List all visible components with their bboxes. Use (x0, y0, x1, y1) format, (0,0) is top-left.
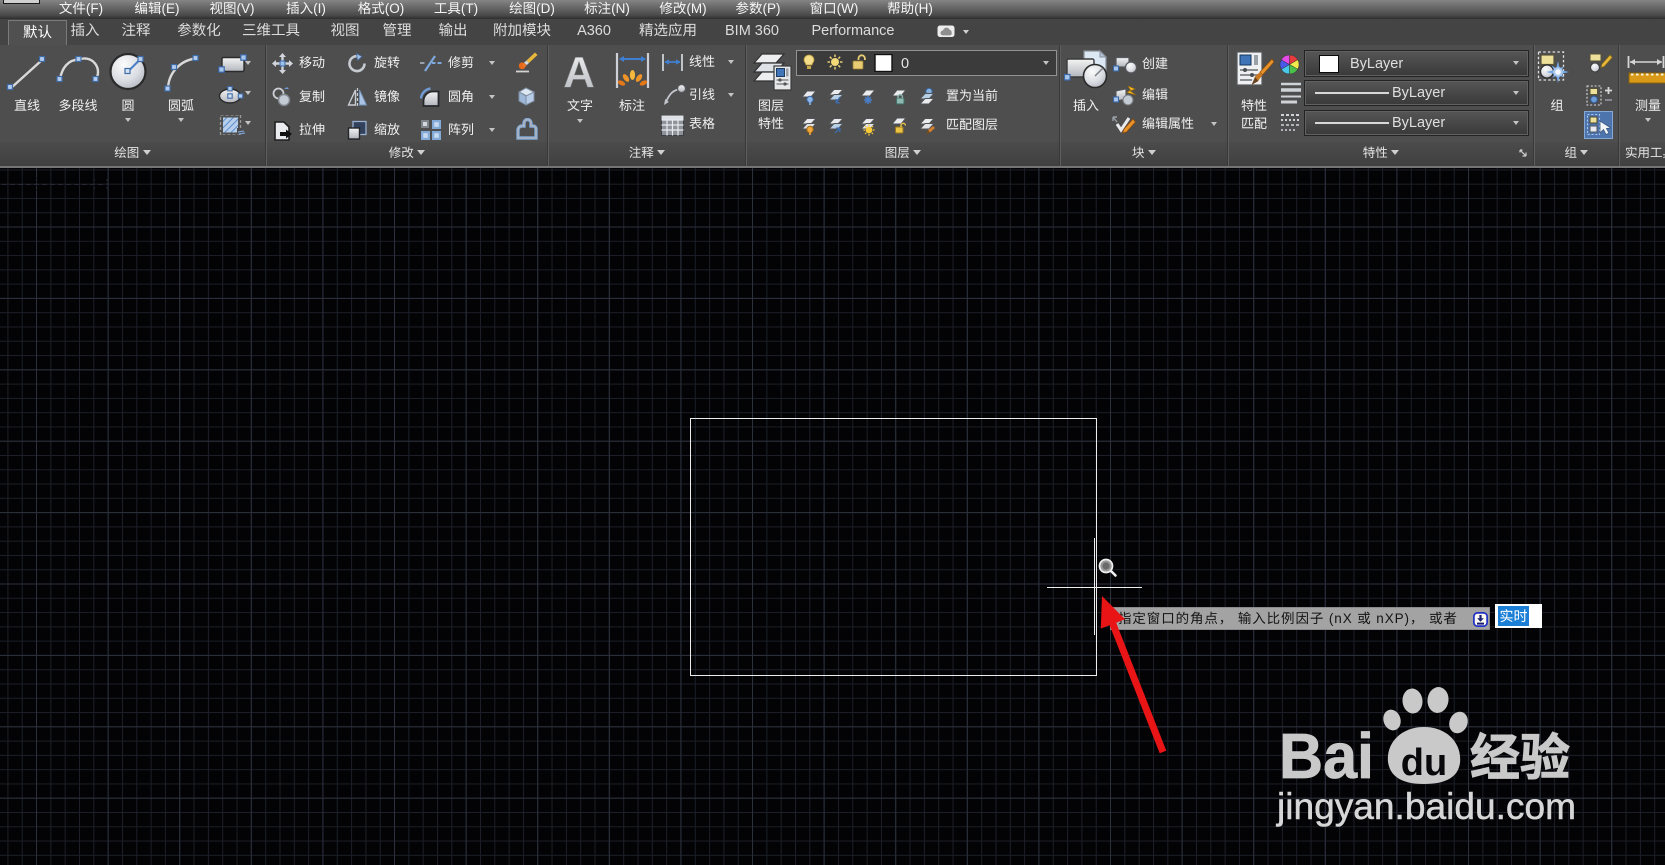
svg-text:du: du (1401, 742, 1447, 784)
svg-text:0: 0 (901, 56, 909, 72)
svg-text:经验: 经验 (1470, 718, 1570, 790)
svg-text:Bai: Bai (1279, 720, 1374, 792)
svg-text:A: A (563, 51, 595, 91)
svg-text:jingyan.baidu.com: jingyan.baidu.com (1276, 786, 1576, 827)
